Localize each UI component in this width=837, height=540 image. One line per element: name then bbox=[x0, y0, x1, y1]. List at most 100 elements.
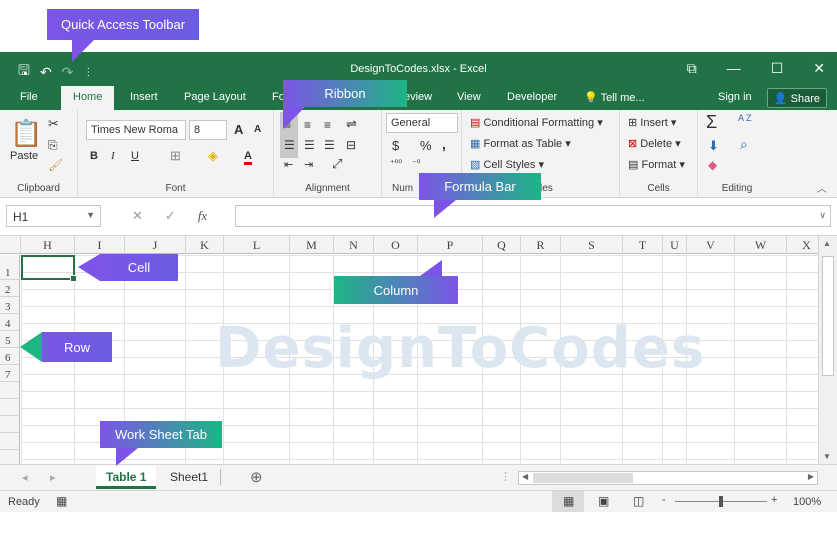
tab-developer[interactable]: Developer bbox=[507, 91, 557, 103]
row-header[interactable]: 1 bbox=[0, 255, 20, 280]
tab-file[interactable]: File bbox=[20, 91, 38, 103]
sign-in-link[interactable]: Sign in bbox=[718, 91, 752, 103]
row-header[interactable]: 7 bbox=[0, 365, 20, 382]
column-header[interactable]: H bbox=[21, 236, 75, 254]
zoom-in-button[interactable]: + bbox=[771, 494, 777, 506]
column-header[interactable]: R bbox=[521, 236, 561, 254]
page-break-view-icon[interactable]: ◫ bbox=[633, 494, 644, 508]
zoom-slider-thumb[interactable] bbox=[719, 496, 723, 507]
align-center-icon[interactable]: ☰ bbox=[304, 138, 315, 152]
comma-button[interactable]: , bbox=[442, 136, 446, 152]
zoom-out-button[interactable]: - bbox=[662, 494, 666, 506]
merge-center-icon[interactable]: ⊟ bbox=[346, 138, 356, 152]
sheet-tab-table-1[interactable]: Table 1 bbox=[96, 465, 157, 489]
scroll-down-icon[interactable]: ▼ bbox=[823, 452, 831, 461]
scroll-up-icon[interactable]: ▲ bbox=[823, 239, 831, 248]
grow-font-button[interactable]: A bbox=[234, 122, 243, 137]
row-header[interactable]: 4 bbox=[0, 314, 20, 331]
tab-view[interactable]: View bbox=[457, 91, 481, 103]
cell-styles-button[interactable]: ▧ Cell Styles ▾ bbox=[470, 158, 544, 171]
cancel-icon[interactable]: ✕ bbox=[132, 208, 143, 224]
row-header[interactable] bbox=[0, 382, 20, 399]
tell-me-search[interactable]: 💡 Tell me... bbox=[584, 91, 645, 104]
column-header[interactable]: X bbox=[787, 236, 818, 254]
name-box-dropdown-icon[interactable]: ▼ bbox=[86, 210, 95, 220]
normal-view-icon[interactable]: ▦ bbox=[563, 494, 574, 508]
tab-home[interactable]: Home bbox=[61, 86, 115, 110]
tab-review[interactable]: eview bbox=[404, 91, 432, 103]
sort-filter-button[interactable]: A Z bbox=[738, 114, 752, 123]
find-select-button[interactable]: ⌕ bbox=[740, 136, 748, 153]
split-handle-icon[interactable]: ⋮ bbox=[500, 470, 511, 483]
number-format-select[interactable]: General bbox=[386, 113, 458, 133]
column-header[interactable]: O bbox=[374, 236, 418, 254]
horizontal-scroll-thumb[interactable] bbox=[533, 473, 633, 483]
align-bottom-icon[interactable]: ≡ bbox=[324, 118, 331, 132]
shrink-font-button[interactable]: A bbox=[254, 124, 261, 135]
column-header[interactable]: U bbox=[663, 236, 687, 254]
vertical-scroll-thumb[interactable] bbox=[822, 256, 834, 376]
column-header[interactable]: I bbox=[75, 236, 125, 254]
zoom-level[interactable]: 100% bbox=[793, 496, 821, 508]
copy-icon[interactable]: ⎘ bbox=[48, 138, 58, 153]
add-sheet-icon[interactable]: ⊕ bbox=[250, 468, 263, 486]
cut-icon[interactable]: ✂ bbox=[48, 116, 59, 132]
maximize-button[interactable]: ☐ bbox=[771, 60, 784, 77]
font-name-select[interactable]: Times New Roma bbox=[86, 120, 186, 140]
format-painter-icon[interactable]: 🖌 bbox=[48, 158, 63, 172]
column-header[interactable]: M bbox=[290, 236, 334, 254]
row-header[interactable] bbox=[0, 416, 20, 433]
close-button[interactable]: ✕ bbox=[813, 60, 825, 77]
column-header[interactable]: L bbox=[224, 236, 290, 254]
fill-color-icon[interactable]: ◈ bbox=[208, 148, 218, 164]
align-left-icon[interactable]: ☰ bbox=[284, 138, 295, 152]
row-header[interactable] bbox=[0, 433, 20, 450]
share-button[interactable]: 👤 Share bbox=[766, 88, 827, 108]
paste-button[interactable]: Paste bbox=[10, 150, 38, 162]
format-cells-button[interactable]: ▤ Format ▾ bbox=[628, 158, 685, 171]
paste-icon[interactable]: 📋 bbox=[10, 118, 42, 149]
tab-page-layout[interactable]: Page Layout bbox=[184, 91, 246, 103]
italic-button[interactable]: I bbox=[111, 150, 115, 162]
formula-input[interactable]: ∨ bbox=[235, 205, 831, 227]
bold-button[interactable]: B bbox=[90, 150, 98, 162]
decrease-indent-icon[interactable]: ⇤ bbox=[284, 158, 293, 171]
ribbon-display-icon[interactable]: ⧉ bbox=[687, 60, 697, 77]
collapse-ribbon-icon[interactable]: ︿ bbox=[817, 180, 827, 195]
scroll-right-icon[interactable]: ▶ bbox=[808, 472, 814, 481]
row-header[interactable]: 6 bbox=[0, 348, 20, 365]
percent-button[interactable]: % bbox=[420, 138, 432, 153]
column-header[interactable]: V bbox=[687, 236, 735, 254]
page-layout-view-icon[interactable]: ▣ bbox=[598, 494, 609, 508]
column-header[interactable]: P bbox=[418, 236, 483, 254]
fill-icon[interactable]: ⬇ bbox=[708, 138, 719, 154]
vertical-scrollbar[interactable]: ▲ ▼ bbox=[818, 236, 837, 464]
orientation-icon[interactable]: ⤢ bbox=[332, 156, 342, 172]
conditional-formatting-button[interactable]: ▤ Conditional Formatting ▾ bbox=[470, 116, 603, 129]
insert-function-icon[interactable]: fx bbox=[198, 208, 207, 224]
row-header[interactable] bbox=[0, 399, 20, 416]
underline-button[interactable]: U bbox=[131, 150, 139, 162]
next-sheet-icon[interactable]: ▸ bbox=[50, 471, 56, 484]
column-header[interactable]: Q bbox=[483, 236, 521, 254]
column-header[interactable]: S bbox=[561, 236, 623, 254]
scroll-left-icon[interactable]: ◀ bbox=[522, 472, 528, 481]
column-header[interactable]: T bbox=[623, 236, 663, 254]
macro-record-icon[interactable]: ▦ bbox=[56, 494, 67, 508]
autosum-button[interactable]: Σ bbox=[706, 112, 717, 133]
format-as-table-button[interactable]: ▦ Format as Table ▾ bbox=[470, 137, 571, 150]
name-box[interactable]: H1 ▼ bbox=[6, 205, 101, 227]
enter-icon[interactable]: ✓ bbox=[165, 208, 176, 224]
insert-cells-button[interactable]: ⊞ Insert ▾ bbox=[628, 116, 676, 129]
tab-insert[interactable]: Insert bbox=[130, 91, 158, 103]
horizontal-scrollbar[interactable]: ◀ ▶ bbox=[518, 471, 818, 485]
align-right-icon[interactable]: ☰ bbox=[324, 138, 335, 152]
column-header[interactable]: N bbox=[334, 236, 374, 254]
font-size-select[interactable]: 8 bbox=[189, 120, 227, 140]
selected-cell[interactable] bbox=[21, 255, 77, 282]
currency-button[interactable]: $ bbox=[392, 138, 399, 153]
row-header[interactable]: 3 bbox=[0, 297, 20, 314]
borders-icon[interactable]: ⊞ bbox=[170, 148, 181, 164]
align-middle-icon[interactable]: ≡ bbox=[304, 118, 311, 132]
decrease-decimal-icon[interactable]: ⁻⁰ bbox=[412, 158, 420, 169]
